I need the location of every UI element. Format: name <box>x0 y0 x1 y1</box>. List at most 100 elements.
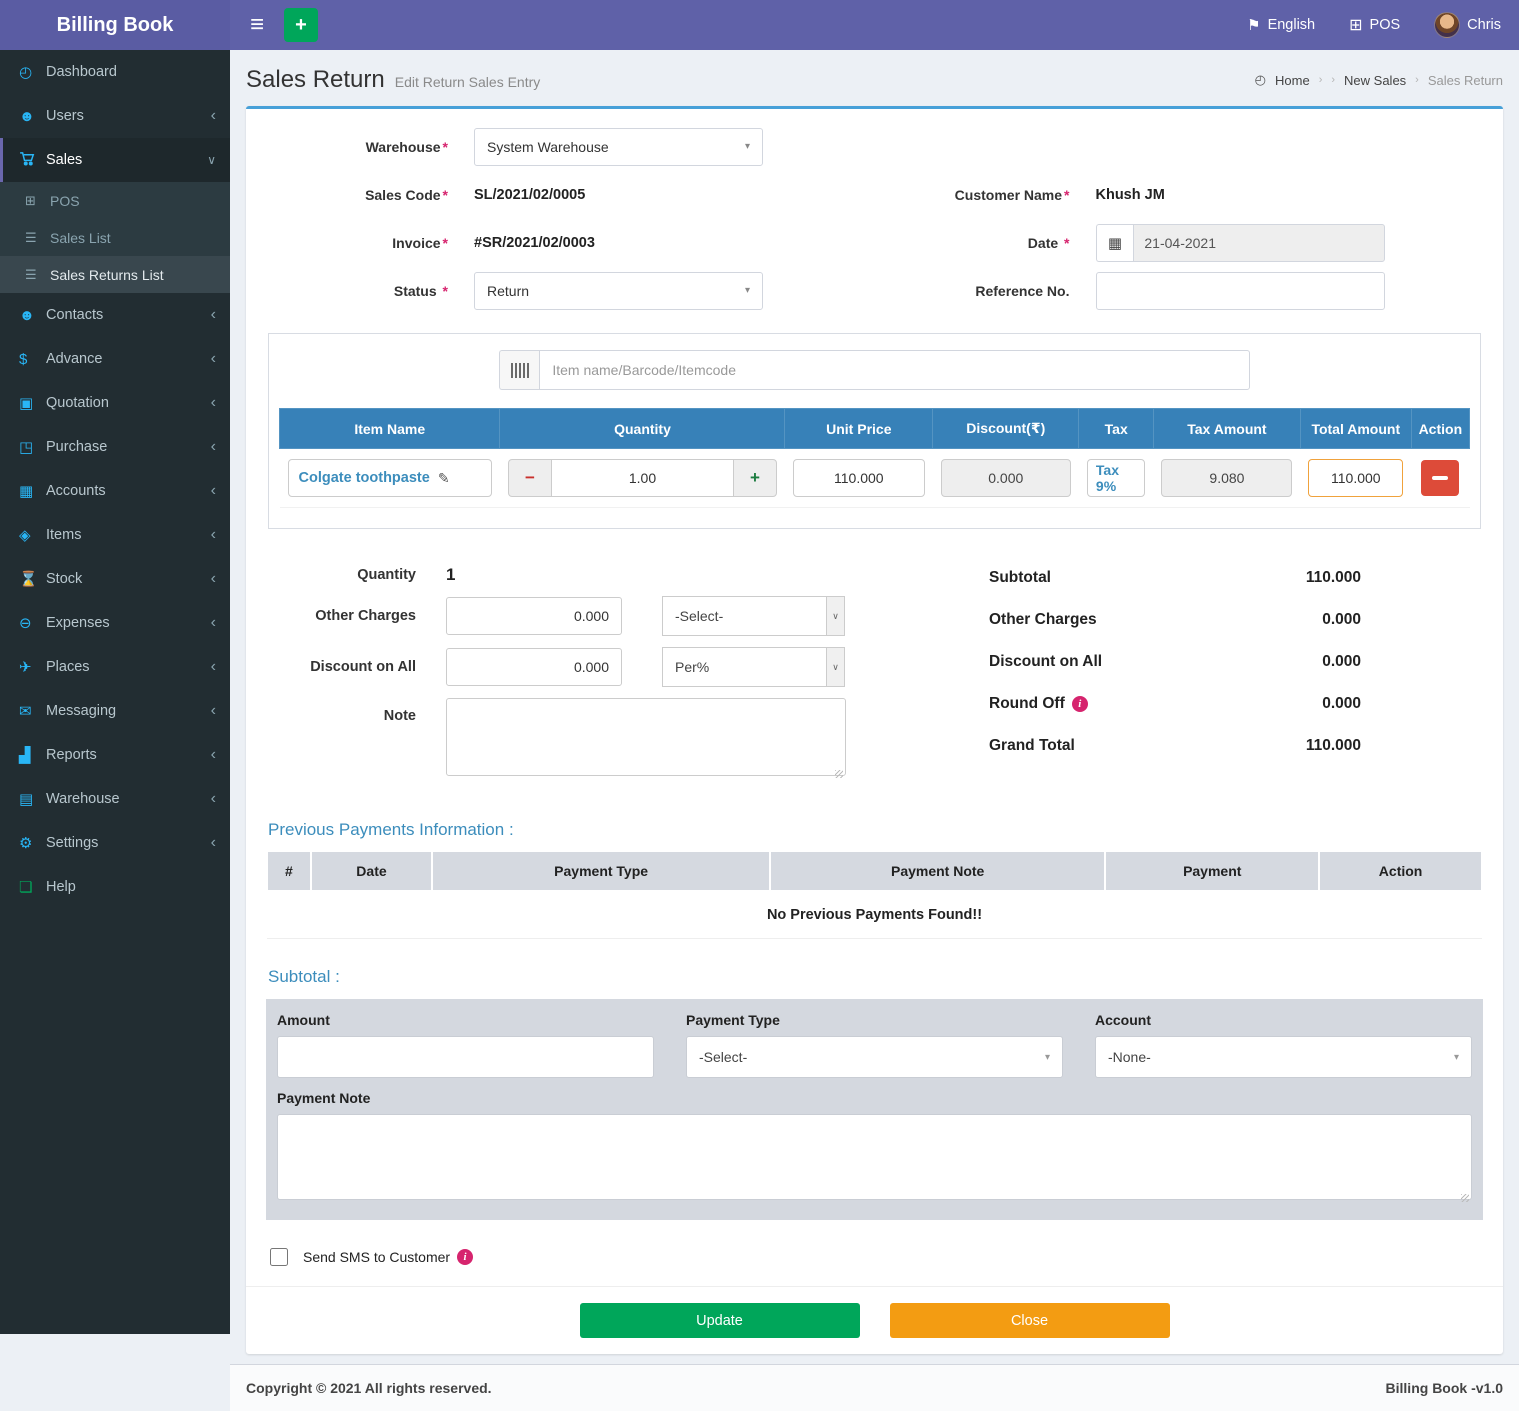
app-logo[interactable]: Billing Book <box>0 0 230 50</box>
date-label: Date * <box>900 235 1070 251</box>
payment-note-textarea[interactable] <box>277 1114 1472 1200</box>
item-name-link[interactable]: Colgate toothpaste ✎ <box>288 459 492 497</box>
discount-total-label: Discount on All <box>989 653 1102 671</box>
col-discount: Discount(₹) <box>933 409 1079 449</box>
close-button[interactable]: Close <box>890 1303 1170 1338</box>
sidebar-item-help[interactable]: ❏ Help <box>0 865 230 909</box>
sidebar-item-pos[interactable]: ⊞ POS <box>0 182 230 219</box>
chevron-left-icon: ‹ <box>211 482 216 500</box>
breadcrumb: ◴ Home › › New Sales › Sales Return <box>1255 72 1503 88</box>
sidebar-item-contacts[interactable]: ☻ Contacts ‹ <box>0 293 230 337</box>
breadcrumb-home[interactable]: Home <box>1275 73 1310 88</box>
info-icon[interactable]: i <box>1072 696 1088 712</box>
users-icon: ☻ <box>19 108 46 125</box>
sidebar-item-dashboard[interactable]: ◴ Dashboard <box>0 50 230 94</box>
other-charges-input[interactable] <box>446 597 622 635</box>
col-payment: Payment <box>1105 852 1319 891</box>
account-select[interactable]: -None- ▾ <box>1095 1036 1472 1078</box>
date-input[interactable] <box>1133 224 1384 262</box>
quantity-increase-button[interactable]: + <box>733 459 777 497</box>
sidebar-item-stock[interactable]: ⌛ Stock ‹ <box>0 557 230 601</box>
top-navbar: ≡ + ⚑ English ⊞ POS Chris <box>230 0 1519 50</box>
quantity-input[interactable] <box>552 459 733 497</box>
totals-panel: Subtotal 110.000 Other Charges 0.000 Dis… <box>989 569 1361 792</box>
update-button[interactable]: Update <box>580 1303 860 1338</box>
amount-input[interactable] <box>277 1036 654 1078</box>
note-label: Note <box>266 708 416 724</box>
tax-amount-input[interactable] <box>1161 459 1292 497</box>
discount-input[interactable] <box>941 459 1071 497</box>
sidebar-item-warehouse[interactable]: ▤ Warehouse ‹ <box>0 777 230 821</box>
sidebar-item-settings[interactable]: ⚙ Settings ‹ <box>0 821 230 865</box>
col-hash: # <box>267 852 311 891</box>
previous-payments-table: # Date Payment Type Payment Note Payment… <box>266 852 1483 939</box>
payment-type-selected-value: -Select- <box>699 1049 747 1065</box>
payments-header-row: # Date Payment Type Payment Note Payment… <box>267 852 1482 891</box>
sidebar-item-messaging[interactable]: ✉ Messaging ‹ <box>0 689 230 733</box>
sidebar-item-users[interactable]: ☻ Users ‹ <box>0 94 230 138</box>
sidebar-item-reports[interactable]: ▟ Reports ‹ <box>0 733 230 777</box>
unit-price-input[interactable] <box>793 459 925 497</box>
subtotal-label: Subtotal <box>989 569 1051 587</box>
discount-on-all-select[interactable]: Per% <box>662 647 845 687</box>
items-table-header-row: Item Name Quantity Unit Price Discount(₹… <box>280 409 1470 449</box>
language-menu[interactable]: ⚑ English <box>1247 16 1315 34</box>
sidebar: ◴ Dashboard ☻ Users ‹ Sales ∨ ⊞ POS ☰ Sa… <box>0 50 230 1334</box>
user-menu[interactable]: Chris <box>1434 12 1501 38</box>
discount-on-all-input[interactable] <box>446 648 622 686</box>
grand-total-row: Grand Total 110.000 <box>989 737 1361 755</box>
sidebar-item-sales-list[interactable]: ☰ Sales List <box>0 219 230 256</box>
sidebar-item-items[interactable]: ◈ Items ‹ <box>0 513 230 557</box>
reference-no-input[interactable] <box>1096 272 1385 310</box>
col-date: Date <box>311 852 433 891</box>
other-charges-select[interactable]: -Select- <box>662 596 845 636</box>
status-select[interactable]: Return ▾ <box>474 272 763 310</box>
reference-no-label: Reference No. <box>900 283 1070 299</box>
calendar-icon: ▦ <box>1096 224 1134 262</box>
send-sms-checkbox[interactable] <box>270 1248 288 1266</box>
sidebar-item-places[interactable]: ✈ Places ‹ <box>0 645 230 689</box>
item-search-input[interactable] <box>539 350 1249 390</box>
chevron-left-icon: ‹ <box>211 790 216 808</box>
remove-row-button[interactable] <box>1421 460 1459 496</box>
barcode-icon <box>511 363 529 378</box>
version-text: Billing Book -v1.0 <box>1386 1380 1503 1396</box>
sidebar-item-label: Dashboard <box>46 64 117 80</box>
sidebar-toggle-icon[interactable]: ≡ <box>238 0 276 50</box>
sidebar-item-label: POS <box>50 193 80 209</box>
gear-icon: ⚙ <box>19 834 46 852</box>
sidebar-item-label: Accounts <box>46 483 106 499</box>
quantity-decrease-button[interactable]: − <box>508 459 552 497</box>
language-icon: ⚑ <box>1247 16 1260 34</box>
pos-square-icon: ⊞ <box>25 193 50 209</box>
sidebar-item-purchase[interactable]: ◳ Purchase ‹ <box>0 425 230 469</box>
page-subtitle: Edit Return Sales Entry <box>395 74 541 90</box>
envelope-icon: ✉ <box>19 702 46 720</box>
sidebar-item-advance[interactable]: $ Advance ‹ <box>0 337 230 381</box>
sidebar-item-sales-returns-list[interactable]: ☰ Sales Returns List <box>0 256 230 293</box>
hourglass-icon: ⌛ <box>19 570 46 588</box>
customer-name-label: Customer Name* <box>900 187 1070 203</box>
sidebar-item-sales[interactable]: Sales ∨ <box>0 138 230 182</box>
total-amount-input[interactable] <box>1308 459 1403 497</box>
sidebar-item-label: Help <box>46 879 76 895</box>
sidebar-item-label: Advance <box>46 351 102 367</box>
pos-shortcut[interactable]: ⊞ POS <box>1349 15 1400 35</box>
breadcrumb-new-sales[interactable]: New Sales <box>1344 73 1406 88</box>
discount-on-all-selected-value: Per% <box>675 659 709 675</box>
info-icon[interactable]: i <box>457 1249 473 1265</box>
quick-add-button[interactable]: + <box>284 8 318 42</box>
tax-link[interactable]: Tax 9% <box>1087 459 1146 497</box>
subtotal-value: 110.000 <box>1306 569 1361 587</box>
warehouse-building-icon: ▤ <box>19 790 46 808</box>
sidebar-item-quotation[interactable]: ▣ Quotation ‹ <box>0 381 230 425</box>
sidebar-item-expenses[interactable]: ⊖ Expenses ‹ <box>0 601 230 645</box>
item-search-group <box>499 350 1249 390</box>
note-textarea[interactable] <box>446 698 846 776</box>
chevron-left-icon: ‹ <box>211 394 216 412</box>
sales-code-label: Sales Code* <box>278 187 448 203</box>
sidebar-item-accounts[interactable]: ▦ Accounts ‹ <box>0 469 230 513</box>
warehouse-select[interactable]: System Warehouse ▾ <box>474 128 763 166</box>
payment-type-select[interactable]: -Select- ▾ <box>686 1036 1063 1078</box>
chevron-left-icon: ‹ <box>211 834 216 852</box>
